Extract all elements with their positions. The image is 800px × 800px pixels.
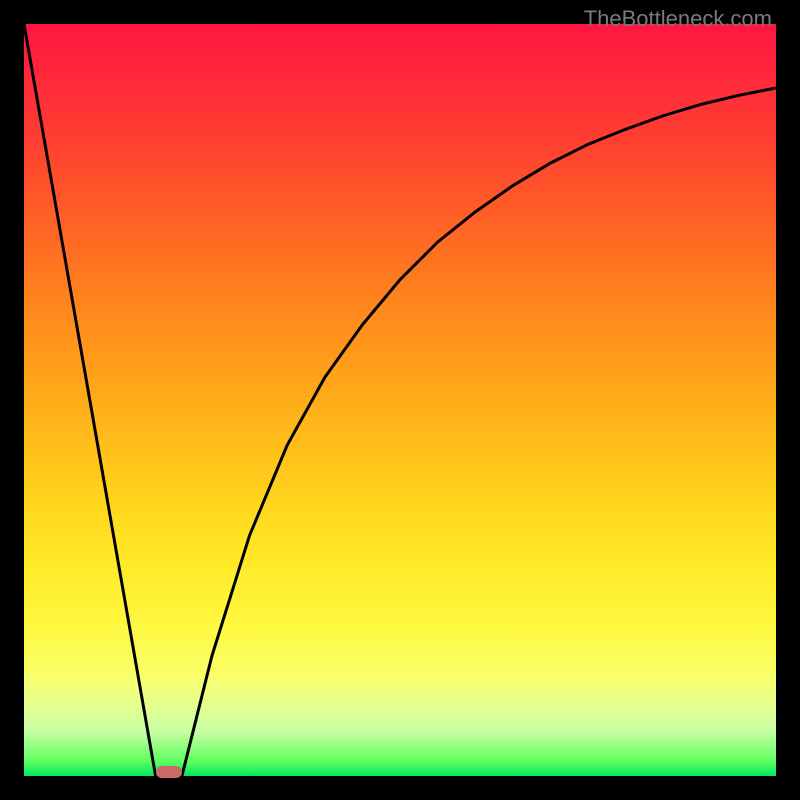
curve-svg <box>24 24 776 776</box>
left-slope-line <box>24 24 156 776</box>
watermark-text: TheBottleneck.com <box>584 6 772 32</box>
chart-container: TheBottleneck.com <box>0 0 800 800</box>
bottom-marker <box>156 766 182 778</box>
right-curve-line <box>182 88 776 776</box>
plot-area <box>24 24 776 776</box>
